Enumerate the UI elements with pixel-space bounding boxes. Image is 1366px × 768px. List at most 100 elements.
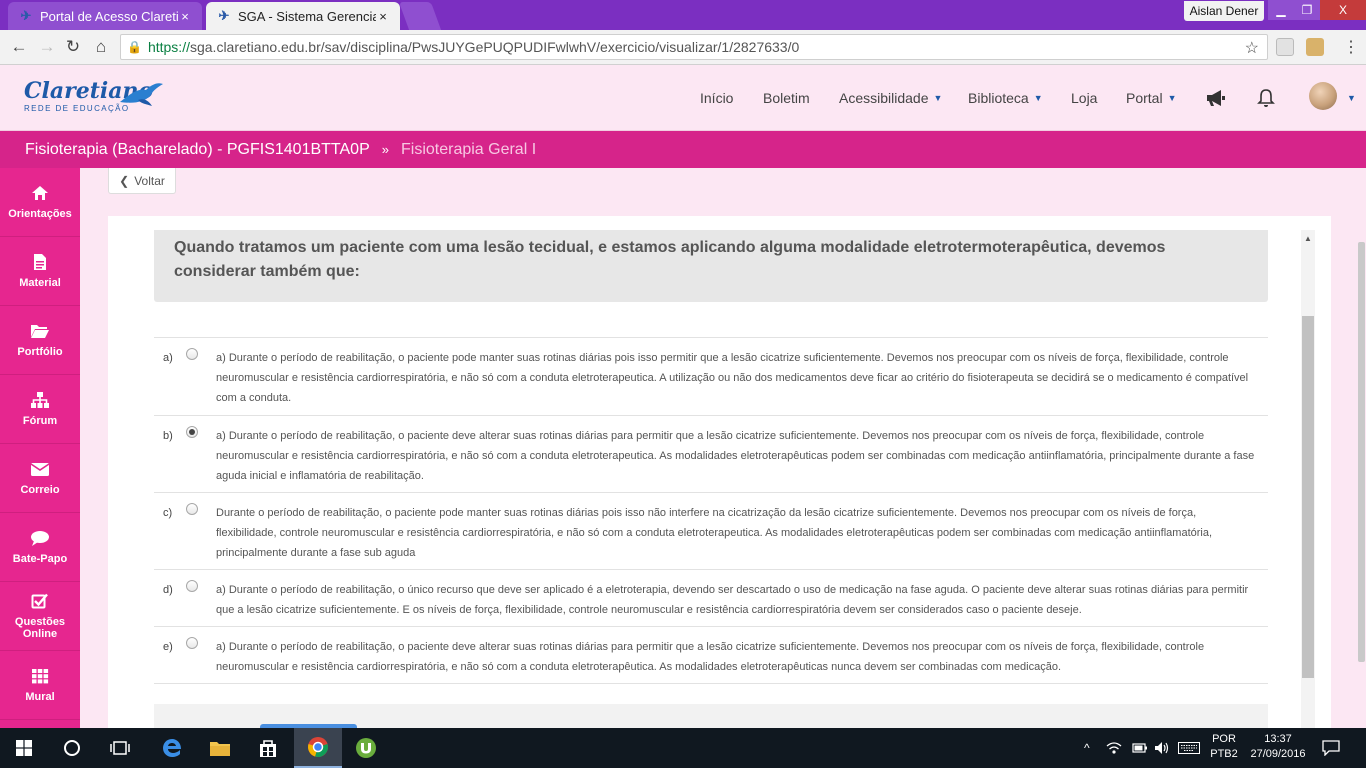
caret-down-icon: ▼ bbox=[933, 93, 943, 103]
scroll-up-arrow-icon[interactable]: ▲ bbox=[1301, 230, 1315, 246]
file-explorer-icon[interactable] bbox=[196, 728, 244, 768]
option-text: a) Durante o período de reabilitação, o … bbox=[216, 584, 1249, 616]
answer-option-a[interactable]: a) a) Durante o período de reabilitação,… bbox=[154, 338, 1268, 416]
option-radio[interactable] bbox=[186, 637, 198, 649]
option-radio[interactable] bbox=[186, 348, 198, 360]
answer-option-c[interactable]: c) Durante o período de reabilitação, o … bbox=[154, 493, 1268, 570]
sidebar-item-material[interactable]: Material bbox=[0, 237, 80, 306]
back-button-label: Voltar bbox=[134, 173, 165, 188]
network-icon[interactable] bbox=[1106, 728, 1122, 768]
cortana-search-icon[interactable] bbox=[48, 728, 96, 768]
action-center-icon[interactable] bbox=[1322, 728, 1340, 768]
edge-browser-icon[interactable] bbox=[148, 728, 196, 768]
input-language[interactable]: POR PTB2 bbox=[1205, 732, 1243, 762]
chrome-taskbar-icon[interactable] bbox=[294, 728, 342, 768]
sidebar-item-orientacoes[interactable]: Orientações bbox=[0, 168, 80, 237]
tab-close-icon[interactable]: × bbox=[376, 9, 390, 24]
show-hidden-icons-chevron-icon[interactable]: ^ bbox=[1084, 728, 1090, 768]
tab-close-icon[interactable]: × bbox=[178, 9, 192, 24]
sidebar-item-questoes-online[interactable]: Questões Online bbox=[0, 582, 80, 651]
option-radio[interactable] bbox=[186, 580, 198, 592]
extension-icon[interactable] bbox=[1306, 38, 1324, 56]
answer-option-e[interactable]: e) a) Durante o período de reabilitação,… bbox=[154, 627, 1268, 684]
utorrent-icon[interactable] bbox=[342, 728, 390, 768]
clock-time: 13:37 bbox=[1264, 733, 1292, 745]
sitemap-icon bbox=[30, 391, 50, 409]
sidebar: Orientações Material Portfólio Fórum Cor… bbox=[0, 168, 80, 728]
home-icon[interactable]: ⌂ bbox=[90, 36, 112, 58]
store-icon[interactable] bbox=[244, 728, 292, 768]
sidebar-item-forum[interactable]: Fórum bbox=[0, 375, 80, 444]
option-radio[interactable] bbox=[186, 426, 198, 438]
browser-tab-sga[interactable]: ✈ SGA - Sistema Gerenciad × bbox=[206, 2, 400, 30]
bookmark-star-icon[interactable]: ☆ bbox=[1245, 38, 1259, 58]
task-view-icon[interactable] bbox=[96, 728, 144, 768]
sidebar-item-correio[interactable]: Correio bbox=[0, 444, 80, 513]
breadcrumb-discipline[interactable]: Fisioterapia Geral I bbox=[401, 141, 536, 159]
bird-favicon-icon: ✈ bbox=[218, 8, 230, 23]
caret-down-icon: ▼ bbox=[1347, 93, 1356, 103]
nav-biblioteca[interactable]: Biblioteca ▼ bbox=[968, 66, 1043, 130]
sidebar-item-label: Orientações bbox=[8, 208, 72, 220]
browser-titlebar: ✈ Portal de Acesso Claretia × ✈ SGA - Si… bbox=[0, 0, 1366, 30]
sidebar-item-label: Fórum bbox=[22, 415, 58, 427]
window-minimize-button[interactable]: ▁ bbox=[1268, 0, 1294, 20]
answer-option-b[interactable]: b) a) Durante o período de reabilitação,… bbox=[154, 416, 1268, 493]
answer-option-d[interactable]: d) a) Durante o período de reabilitação,… bbox=[154, 570, 1268, 627]
breadcrumb-course[interactable]: Fisioterapia (Bacharelado) - PGFIS1401BT… bbox=[25, 141, 370, 159]
back-arrow-icon[interactable]: ← bbox=[8, 36, 30, 58]
option-letter: e) bbox=[163, 641, 173, 653]
sidebar-item-portfolio[interactable]: Portfólio bbox=[0, 306, 80, 375]
taskbar: ^ POR PTB2 13:37 27/09/2016 bbox=[0, 728, 1366, 768]
avatar[interactable] bbox=[1309, 82, 1337, 110]
keyboard-layout: PTB2 bbox=[1210, 748, 1238, 760]
nav-portal[interactable]: Portal ▼ bbox=[1126, 66, 1177, 130]
browser-tab-portal[interactable]: ✈ Portal de Acesso Claretia × bbox=[8, 2, 202, 30]
reload-icon[interactable]: ↻ bbox=[62, 36, 84, 58]
sidebar-item-label: Bate-Papo bbox=[12, 553, 68, 565]
forward-arrow-icon[interactable]: → bbox=[36, 36, 58, 58]
window-close-button[interactable]: X bbox=[1320, 0, 1366, 20]
system-clock[interactable]: 13:37 27/09/2016 bbox=[1245, 732, 1311, 762]
chevron-left-icon: ❮ bbox=[119, 173, 130, 188]
sidebar-item-label: Correio bbox=[20, 484, 60, 496]
battery-icon[interactable] bbox=[1132, 728, 1148, 768]
nav-loja[interactable]: Loja bbox=[1071, 66, 1097, 130]
scrollbar-thumb[interactable] bbox=[1358, 242, 1365, 662]
volume-icon[interactable] bbox=[1154, 728, 1170, 768]
megaphone-icon[interactable] bbox=[1204, 86, 1228, 110]
bell-icon[interactable] bbox=[1254, 86, 1278, 110]
avatar-menu-toggle[interactable]: ▼ bbox=[1342, 66, 1356, 130]
back-button[interactable]: ❮ Voltar bbox=[108, 168, 176, 194]
scrollbar-thumb[interactable] bbox=[1302, 316, 1314, 678]
option-text: Durante o período de reabilitação, o pac… bbox=[216, 507, 1213, 559]
address-bar-input[interactable]: 🔒 https:// sga.claretiano.edu.br/sav/dis… bbox=[120, 34, 1268, 60]
nav-label: Loja bbox=[1071, 90, 1098, 106]
option-radio[interactable] bbox=[186, 503, 198, 515]
menu-kebab-icon[interactable]: ⋮ bbox=[1340, 36, 1362, 58]
nav-boletim[interactable]: Boletim bbox=[763, 66, 810, 130]
option-letter: c) bbox=[163, 507, 173, 519]
sidebar-item-bate-papo[interactable]: Bate-Papo bbox=[0, 513, 80, 582]
nav-inicio[interactable]: Início bbox=[700, 66, 733, 130]
bird-logo-icon bbox=[120, 83, 163, 106]
option-letter: d) bbox=[163, 584, 173, 596]
page-scrollbar[interactable] bbox=[1357, 168, 1366, 728]
panel-scrollbar[interactable]: ▲ bbox=[1301, 230, 1315, 728]
sidebar-item-mural[interactable]: Mural bbox=[0, 651, 80, 720]
keyboard-icon[interactable] bbox=[1178, 728, 1200, 768]
claretiano-logo[interactable]: Claretiano REDE DE EDUCAÇÃO bbox=[24, 78, 163, 113]
sidebar-item-label: Mural bbox=[25, 691, 55, 703]
option-text: a) Durante o período de reabilitação, o … bbox=[216, 641, 1205, 673]
window-maximize-button[interactable]: ❐ bbox=[1294, 0, 1320, 20]
extension-icon[interactable] bbox=[1276, 38, 1294, 56]
nav-acessibilidade[interactable]: Acessibilidade ▼ bbox=[839, 66, 942, 130]
site-header: Claretiano REDE DE EDUCAÇÃO Início Bolet… bbox=[0, 66, 1366, 131]
question-panel: Quando tratamos um paciente com uma lesã… bbox=[108, 216, 1331, 728]
new-tab-button[interactable] bbox=[398, 2, 442, 30]
folder-icon bbox=[30, 322, 50, 340]
home-icon bbox=[30, 184, 50, 202]
windows-start-icon[interactable] bbox=[0, 728, 48, 768]
url-text: sga.claretiano.edu.br/sav/disciplina/Pws… bbox=[189, 39, 800, 55]
browser-user-button[interactable]: Aislan Dener bbox=[1184, 1, 1264, 21]
